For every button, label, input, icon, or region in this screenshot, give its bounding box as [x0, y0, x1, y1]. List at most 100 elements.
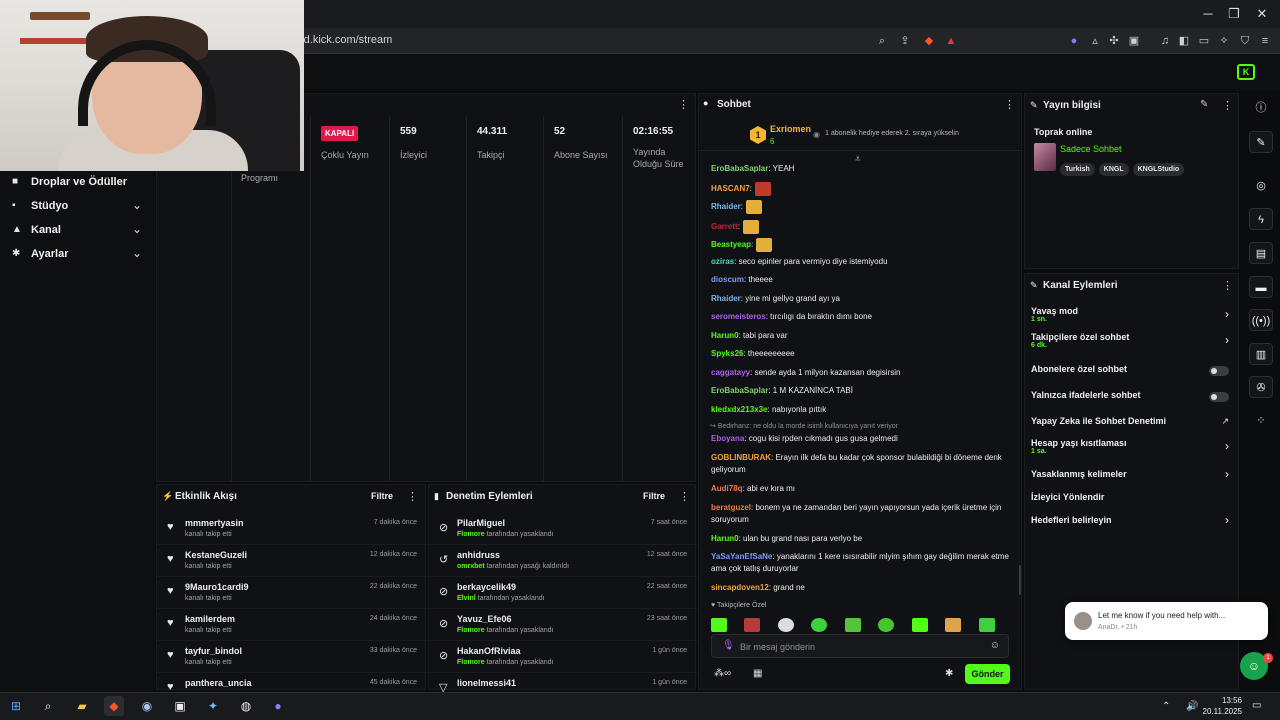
minimize-button[interactable]: ─	[1198, 6, 1218, 21]
shield-icon[interactable]: ⛉	[1237, 33, 1253, 49]
chat-scrollbar[interactable]	[1019, 565, 1021, 595]
store-icon[interactable]: ▦	[753, 668, 762, 679]
discord-icon[interactable]: ●	[268, 696, 288, 716]
volume-icon[interactable]: 🔊	[1186, 701, 1198, 712]
action-ai-moderation[interactable]: Yapay Zeka ile Sohbet Denetimi ↗	[1031, 416, 1235, 426]
emoji-icon[interactable]: ☺	[990, 640, 1000, 651]
activity-row[interactable]: ♥ 9Mauro1cardi9 kanalı takip etti 22 dak…	[157, 577, 427, 609]
url-text[interactable]: rd.kick.com/stream	[300, 34, 392, 46]
channel-actions-menu-icon[interactable]: ⋮	[1222, 279, 1233, 292]
chat-message[interactable]: sincapdoven12: grand ne	[711, 582, 1011, 594]
windows-start-icon[interactable]: ⊞	[6, 696, 26, 716]
moderation-row[interactable]: ▽ lionelmessi41 1 gün önce	[429, 673, 697, 694]
chat-message[interactable]: GOBLINBURAK: Erayın ilk defa bu kadar ço…	[711, 452, 1011, 476]
chat-username[interactable]: Audi78q	[711, 484, 743, 493]
wallet-icon[interactable]: ▭	[1196, 33, 1212, 49]
moderation-row[interactable]: ⊘ berkaycelik49 Elvinl tarafından yasakl…	[429, 577, 697, 609]
chat-username[interactable]: EroBabaSaplar	[711, 386, 768, 395]
nav-item-settings[interactable]: ✱ Ayarlar ⌄	[0, 244, 154, 268]
moderation-row[interactable]: ⊘ Yavuz_Efe06 Flomore tarafından yasakla…	[429, 609, 697, 641]
sidebar-toggle-icon[interactable]: ◧	[1176, 33, 1192, 49]
emote-icon[interactable]	[777, 617, 794, 632]
chat-message[interactable]: beratguzel: bonem ya ne zamandan beri ya…	[711, 502, 1011, 526]
emote-icon[interactable]	[711, 617, 727, 632]
tray-chevron-icon[interactable]: ⌃	[1162, 701, 1170, 712]
tools-icon[interactable]: ✇	[1249, 376, 1273, 398]
screenshot-icon[interactable]: ▣	[1126, 33, 1142, 49]
brave-shield-icon[interactable]: ◆	[921, 33, 937, 49]
chat-username[interactable]: caggatayy	[711, 368, 750, 377]
clipboard-icon[interactable]: ▤	[1249, 242, 1273, 264]
action-banned-words[interactable]: Yasaklanmış kelimeler ›	[1031, 467, 1235, 481]
chat-message[interactable]: Beastyeap:	[711, 238, 1011, 252]
chat-input-box[interactable]: 🎙 Bir mesaj gönderin ☺	[711, 634, 1009, 658]
lightning-icon[interactable]: ϟ	[1249, 208, 1273, 230]
clock-time[interactable]: 13:56	[1208, 696, 1242, 705]
action-goals[interactable]: Hedefleri belirleyin ›	[1031, 513, 1235, 527]
mic-icon[interactable]: 🎙	[722, 640, 735, 651]
chat-username[interactable]: Rhaider	[711, 202, 741, 211]
emote-icon[interactable]	[744, 617, 761, 632]
subs-only-toggle[interactable]	[1209, 366, 1229, 376]
chat-message[interactable]: Rhaider:	[711, 200, 1011, 214]
puzzle-icon[interactable]: ✣	[1106, 33, 1122, 49]
tag-chip[interactable]: Turkish	[1060, 163, 1095, 176]
action-raid[interactable]: İzleyici Yönlendir	[1031, 492, 1235, 502]
search-icon[interactable]: ⌕	[38, 696, 58, 716]
brave-rewards-icon[interactable]: ▲	[943, 33, 959, 49]
layout-icon[interactable]: ▥	[1249, 343, 1273, 365]
steam-icon[interactable]: ◉	[137, 696, 157, 716]
points-icon[interactable]: ⁂∞	[714, 668, 731, 679]
restore-button[interactable]: ❐	[1224, 6, 1244, 22]
obs-icon[interactable]: ◍	[236, 696, 256, 716]
action-account-age[interactable]: Hesap yaşı kısıtlaması 1 sa. ›	[1031, 438, 1235, 455]
send-button[interactable]: Gönder	[965, 664, 1010, 684]
chat-message[interactable]: oziras: seco epinler para vermiyo diye i…	[711, 256, 1011, 268]
category-name[interactable]: Sadece Sohbet	[1060, 144, 1122, 154]
vpn-icon[interactable]: ▵	[1087, 33, 1103, 49]
chat-message[interactable]: YaSaYanEfSaNe: yanaklarını 1 kere ısısır…	[711, 551, 1011, 575]
zoom-icon[interactable]: ⌕	[874, 33, 890, 49]
tag-chip[interactable]: KNGL	[1098, 163, 1129, 176]
chat-message[interactable]: EroBabaSaplar: 1 M KAZANİNCA TABİ	[711, 385, 1011, 397]
edit-icon[interactable]: ✎	[1200, 99, 1208, 110]
chat-username[interactable]: Harun0	[711, 331, 739, 340]
activity-row[interactable]: ♥ tayfur_bindol kanalı takip etti 33 dak…	[157, 641, 427, 673]
action-slow-mode[interactable]: Yavaş mod 1 sn. ›	[1031, 306, 1235, 323]
chat-message[interactable]: seromeisteros: tırcılıgı da bıraktın dım…	[711, 311, 1011, 323]
chat-username[interactable]: beratguzel	[711, 503, 751, 512]
chat-username[interactable]: Garrett	[711, 222, 738, 231]
chat-message[interactable]: HASCAN7:	[711, 182, 1011, 196]
emote-icon[interactable]	[844, 617, 861, 632]
kick-logo-icon[interactable]: K	[1237, 64, 1255, 80]
nav-item-drops[interactable]: ■ Droplar ve Ödüller	[0, 172, 154, 196]
clock-date[interactable]: 20.11.2025	[1200, 707, 1242, 716]
emote-icon[interactable]	[811, 617, 828, 632]
leo-icon[interactable]: ✧	[1216, 33, 1232, 49]
chat-username[interactable]: GOBLINBURAK	[711, 453, 771, 462]
moderation-menu-icon[interactable]: ⋮	[679, 490, 690, 503]
brave-browser-icon[interactable]: ◆	[104, 696, 124, 716]
stream-info-menu-icon[interactable]: ⋮	[1222, 99, 1233, 112]
share-icon[interactable]: ⇪	[897, 33, 913, 49]
emotes-only-toggle[interactable]	[1209, 392, 1229, 402]
emote-icon[interactable]	[945, 617, 962, 632]
chat-message[interactable]: caggatayy: sende ayda 1 milyon kazansan …	[711, 367, 1011, 379]
chat-username[interactable]: Beastyeap	[711, 240, 751, 249]
moderation-filter-button[interactable]: Filtre	[643, 491, 665, 501]
chat-username[interactable]: Spyks26	[711, 349, 743, 358]
emote-icon[interactable]	[878, 617, 895, 632]
chat-username[interactable]: Rhaider	[711, 294, 741, 303]
app-icon[interactable]: ✦	[203, 696, 223, 716]
chat-username[interactable]: Harun0	[711, 534, 739, 543]
chat-settings-icon[interactable]: ✱	[945, 668, 953, 679]
action-followers-only[interactable]: Takipçilere özel sohbet 6 dk. ›	[1031, 332, 1235, 349]
chat-username[interactable]: dioscum	[711, 275, 744, 284]
app-icon[interactable]: ▣	[170, 696, 190, 716]
chat-message[interactable]: Spyks26: theeeeeeeee	[711, 348, 1011, 360]
moderation-row[interactable]: ⊘ PilarMiguel Flomore tarafından yasakla…	[429, 513, 697, 545]
chat-icon[interactable]: ▬	[1249, 276, 1273, 298]
music-icon[interactable]: ♫	[1157, 33, 1173, 49]
pencil-icon[interactable]: ✎	[1249, 131, 1273, 153]
activity-row[interactable]: ♥ kamilerdem kanalı takip etti 24 dakika…	[157, 609, 427, 641]
